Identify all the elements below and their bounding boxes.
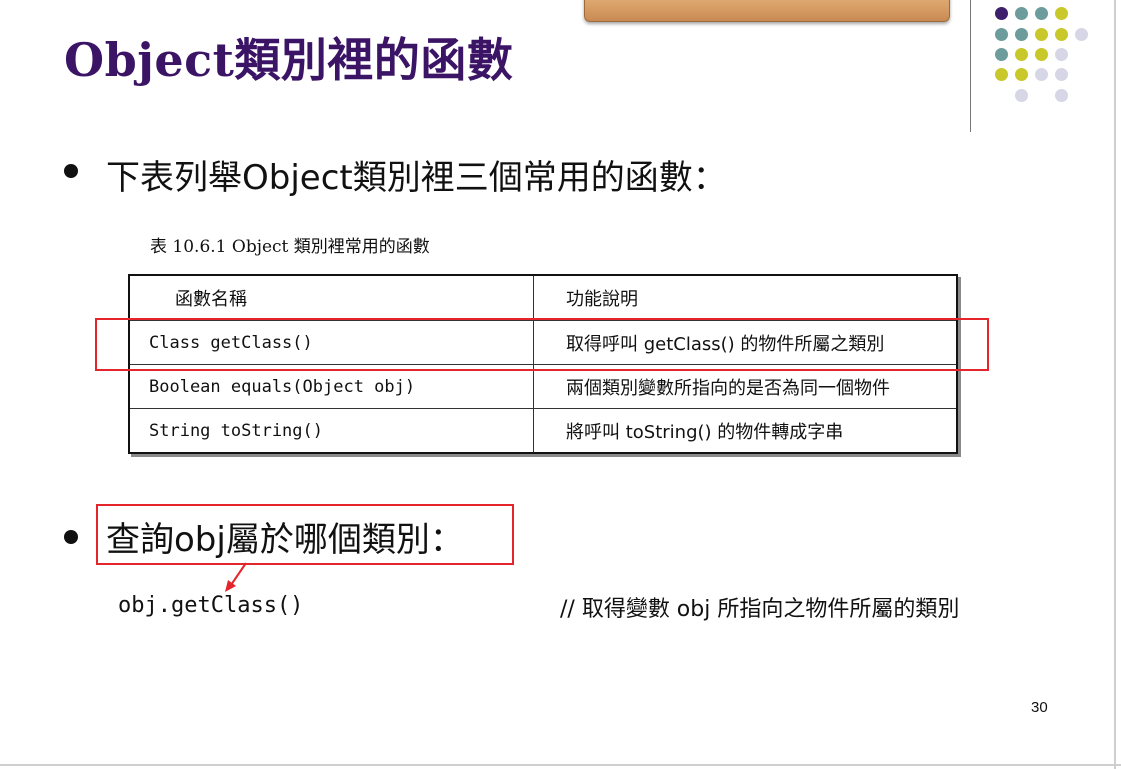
dot — [1035, 68, 1048, 81]
dot — [1015, 89, 1028, 102]
decorative-divider — [970, 0, 971, 132]
dot — [995, 28, 1008, 41]
dot — [1055, 68, 1068, 81]
dot — [1035, 48, 1048, 61]
page-bottom-edge — [0, 764, 1121, 766]
dot — [1035, 28, 1048, 41]
dot — [1015, 28, 1028, 41]
code-comment: // 取得變數 obj 所指向之物件所屬的類別 — [560, 597, 960, 622]
table-header-cell: 功能說明 — [533, 274, 958, 321]
dot — [1075, 28, 1088, 41]
highlight-box-getclass-row — [95, 318, 989, 371]
dot — [1015, 7, 1028, 20]
dot — [1055, 89, 1068, 102]
table-cell-name: String toString() — [128, 408, 534, 454]
dot — [1055, 48, 1068, 61]
dot — [1015, 68, 1028, 81]
bullet-text-1: 下表列舉Object類別裡三個常用的函數： — [106, 158, 727, 198]
page-right-edge — [1114, 0, 1116, 769]
dot — [1035, 7, 1048, 20]
table-cell-name: Boolean equals(Object obj) — [128, 364, 534, 409]
table-row: String toString() 將呼叫 toString() 的物件轉成字串 — [128, 408, 958, 454]
table-caption: 表 10.6.1 Object 類別裡常用的函數 — [150, 237, 430, 257]
top-banner — [584, 0, 950, 22]
bullet-marker — [64, 164, 78, 178]
page-number: 30 — [1031, 699, 1048, 716]
dot — [995, 7, 1008, 20]
table-row: Boolean equals(Object obj) 兩個類別變數所指向的是否為… — [128, 364, 958, 409]
table-header-row: 函數名稱 功能說明 — [128, 274, 958, 321]
bullet-marker — [64, 530, 78, 544]
dot — [1055, 7, 1068, 20]
dot — [995, 48, 1008, 61]
code-snippet: obj.getClass() — [118, 593, 304, 618]
table-cell-desc: 兩個類別變數所指向的是否為同一個物件 — [533, 364, 958, 409]
dot — [1015, 48, 1028, 61]
bullet-text-2: 查詢obj屬於哪個類別： — [106, 520, 464, 560]
table-cell-desc: 將呼叫 toString() 的物件轉成字串 — [533, 408, 958, 454]
table-header-cell: 函數名稱 — [128, 274, 534, 321]
red-arrow-icon — [225, 562, 247, 592]
dot — [1055, 28, 1068, 41]
slide-title: Object類別裡的函數 — [64, 33, 514, 87]
dot — [995, 68, 1008, 81]
